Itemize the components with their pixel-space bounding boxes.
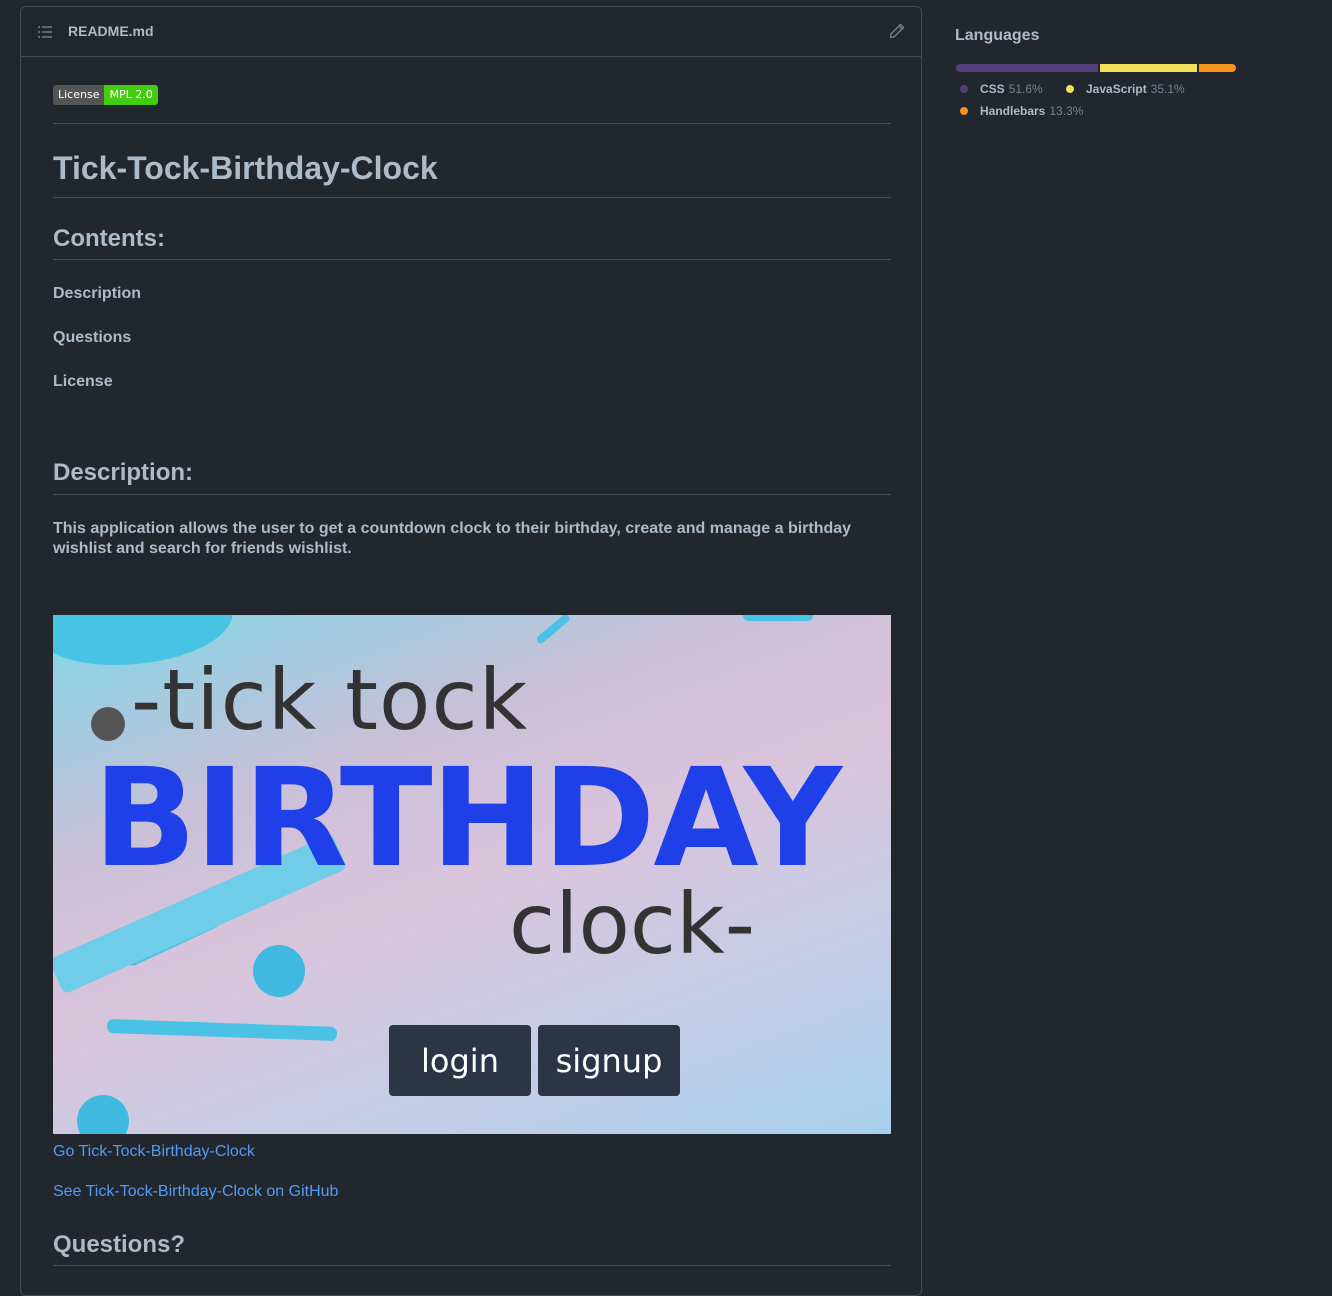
github-repo-link[interactable]: See Tick-Tock-Birthday-Clock on GitHub [53, 1183, 338, 1201]
languages-bar [956, 64, 1236, 72]
language-name: Handlebars [980, 104, 1046, 118]
description-text: This application allows the user to get … [53, 520, 852, 557]
page-title: Tick-Tock-Birthday-Clock [53, 150, 438, 186]
candle-shape [535, 615, 571, 645]
readme-container: README.md License MPL 2.0 Tick-Tock-Birt… [20, 6, 922, 1296]
ball-shape [253, 945, 305, 997]
contents-heading: Contents: [53, 225, 165, 252]
readme-filename: README.md [68, 23, 154, 39]
hero-line-clock: clock- [509, 875, 756, 973]
pencil-icon[interactable] [889, 23, 905, 39]
toc-link-license[interactable]: License [53, 373, 113, 391]
deployed-app-link[interactable]: Go Tick-Tock-Birthday-Clock [53, 1143, 255, 1161]
language-percent: 35.1% [1150, 82, 1185, 96]
badge-label: License [53, 85, 105, 105]
language-percent: 51.6% [1008, 82, 1043, 96]
divider [53, 1265, 891, 1266]
language-color-dot [960, 107, 968, 115]
toc-link-description[interactable]: Description [53, 285, 141, 303]
ball-shape [77, 1095, 129, 1134]
candle-shape [743, 615, 813, 621]
hero-image[interactable]: -tick tock BIRTHDAY clock- login signup [53, 615, 891, 1134]
divider [53, 494, 891, 495]
language-item-css[interactable]: CSS 51.6% [960, 82, 1043, 96]
language-percent: 13.3% [1049, 104, 1084, 118]
divider [53, 259, 891, 260]
language-name: JavaScript [1086, 82, 1147, 96]
toc-link-questions[interactable]: Questions [53, 329, 131, 347]
description-heading: Description: [53, 459, 194, 486]
language-name: CSS [980, 82, 1005, 96]
divider [53, 123, 891, 124]
badge-value: MPL 2.0 [104, 85, 158, 105]
hero-login-button: login [389, 1025, 531, 1096]
readme-header: README.md [21, 7, 921, 57]
lang-bar-handlebars[interactable] [1199, 64, 1236, 72]
candle-shape [106, 1018, 338, 1042]
hero-line-tick-tock: -tick tock [131, 651, 529, 749]
questions-heading: Questions? [53, 1231, 186, 1258]
language-color-dot [1066, 85, 1074, 93]
divider [53, 197, 891, 198]
language-color-dot [960, 85, 968, 93]
hero-signup-button: signup [538, 1025, 680, 1096]
dot-shape [91, 707, 125, 741]
list-icon[interactable] [37, 24, 53, 40]
language-item-handlebars[interactable]: Handlebars 13.3% [960, 104, 1083, 118]
license-badge[interactable]: License MPL 2.0 [53, 85, 158, 105]
lang-bar-javascript[interactable] [1100, 64, 1198, 72]
languages-title: Languages [955, 27, 1040, 44]
language-item-javascript[interactable]: JavaScript 35.1% [1066, 82, 1185, 96]
lang-bar-css[interactable] [956, 64, 1099, 72]
